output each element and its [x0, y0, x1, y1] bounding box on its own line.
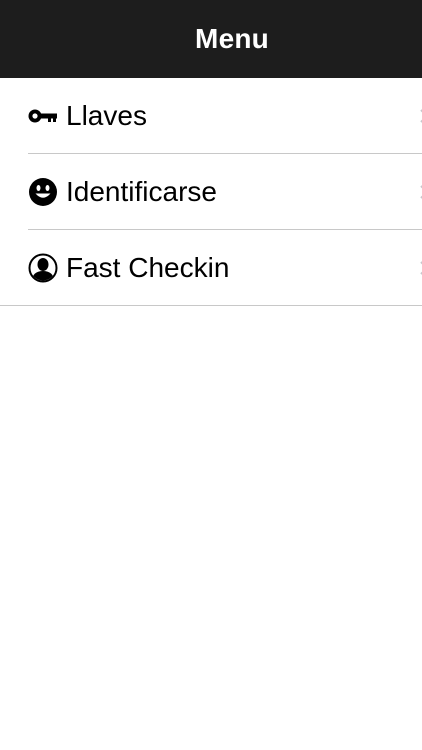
- user-icon: [27, 252, 59, 284]
- menu-list: Llaves Identificarse Fast Checkin: [0, 78, 422, 306]
- menu-item-fast-checkin[interactable]: Fast Checkin: [0, 230, 422, 306]
- key-icon: [27, 100, 59, 132]
- page-title: Menu: [195, 23, 269, 54]
- menu-item-llaves[interactable]: Llaves: [0, 78, 422, 154]
- menu-item-label: Identificarse: [66, 176, 217, 207]
- navigation-bar: Menu: [0, 0, 422, 78]
- menu-item-label: Llaves: [66, 100, 147, 131]
- app-screen: Menu Llaves Identificarse Fast Checkin: [0, 0, 422, 750]
- smiley-icon: [27, 176, 59, 208]
- menu-item-identificarse[interactable]: Identificarse: [0, 154, 422, 230]
- menu-item-label: Fast Checkin: [66, 252, 230, 283]
- divider: [0, 305, 422, 306]
